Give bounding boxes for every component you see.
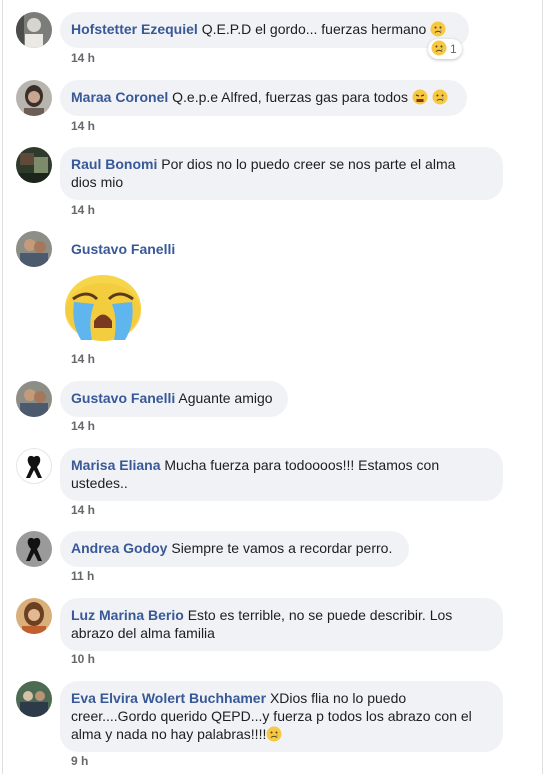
comment-bubble: Raul Bonomi Por dios no lo puedo creer s… <box>60 147 503 200</box>
comment-author[interactable]: Hofstetter Ezequiel <box>71 21 198 37</box>
comment-author[interactable]: Gustavo Fanelli <box>71 390 175 406</box>
comment-time[interactable]: 10 h <box>71 652 95 666</box>
comment-time[interactable]: 9 h <box>71 754 88 768</box>
comment-bubble: Hofstetter Ezequiel Q.E.P.D el gordo... … <box>60 12 469 48</box>
comment-text: Q.e.p.e Alfred, fuerzas gas para todos <box>172 89 408 105</box>
crying-face-emoji <box>266 726 282 746</box>
comment-time[interactable]: 14 h <box>71 503 95 517</box>
comment-text-continued: creer....Gordo querido QEPD...y fuerza p… <box>71 708 472 724</box>
comment-time[interactable]: 14 h <box>71 419 95 433</box>
comment-text: Siempre te vamos a recordar perro. <box>171 540 393 556</box>
comment-text: Por dios no lo puedo creer se nos parte … <box>161 156 456 172</box>
comment-author[interactable]: Raul Bonomi <box>71 156 157 172</box>
comment-time[interactable]: 14 h <box>71 119 95 133</box>
comment-text: Q.E.P.D el gordo... fuerzas hermano <box>201 21 427 37</box>
avatar[interactable] <box>16 381 52 417</box>
comment-text: Esto es terrible, no se puede describir.… <box>187 607 453 623</box>
comment-text-continued: dios mio <box>71 174 124 190</box>
comment-author[interactable]: Gustavo Fanelli <box>71 240 175 258</box>
comment-bubble: Maraa Coronel Q.e.p.e Alfred, fuerzas ga… <box>60 80 467 116</box>
avatar[interactable] <box>16 598 52 634</box>
comment-bubble: Gustavo Fanelli Aguante amigo <box>60 381 288 417</box>
comment-text: Aguante amigo <box>178 390 273 406</box>
comment-bubble: Marisa Eliana Mucha fuerza para todoooos… <box>60 448 503 501</box>
black-ribbon-avatar[interactable] <box>16 448 52 484</box>
comment-text: Mucha fuerza para todoooos!!! Estamos co… <box>164 457 440 473</box>
large-crying-face-sticker <box>63 272 143 342</box>
avatar[interactable] <box>16 681 52 717</box>
reaction-count[interactable]: 1 <box>428 39 462 59</box>
tired-face-emoji <box>412 89 428 109</box>
comment-time[interactable]: 14 h <box>71 51 95 65</box>
crying-face-emoji <box>432 89 448 109</box>
avatar[interactable] <box>16 12 52 48</box>
comment-author[interactable]: Eva Elvira Wolert Buchhamer <box>71 690 266 706</box>
comment-time[interactable]: 14 h <box>71 203 95 217</box>
comment-bubble: Andrea Godoy Siempre te vamos a recordar… <box>60 531 409 567</box>
comment-time[interactable]: 14 h <box>71 352 95 366</box>
avatar[interactable] <box>16 80 52 116</box>
comment-bubble: Eva Elvira Wolert Buchhamer XDios flia n… <box>60 681 503 752</box>
comment-text-continued: alma y nada no hay palabras!!!! <box>71 726 267 742</box>
reaction-count-value: 1 <box>450 42 457 56</box>
crying-face-emoji <box>431 40 447 59</box>
black-ribbon-avatar[interactable] <box>16 531 52 567</box>
comment-author[interactable]: Andrea Godoy <box>71 540 167 556</box>
comment-text-continued: abrazo del alma familia <box>71 625 215 641</box>
crying-face-emoji <box>430 21 446 41</box>
avatar[interactable] <box>16 231 52 267</box>
comment-author[interactable]: Marisa Eliana <box>71 457 161 473</box>
comment-bubble: Luz Marina Berio Esto es terrible, no se… <box>60 598 503 651</box>
comment-text: XDios flia no lo puedo <box>269 690 407 706</box>
avatar[interactable] <box>16 147 52 183</box>
comment-time[interactable]: 11 h <box>71 569 94 583</box>
comment-author[interactable]: Luz Marina Berio <box>71 607 184 623</box>
comment-text-continued: ustedes.. <box>71 475 128 491</box>
comment-author[interactable]: Maraa Coronel <box>71 89 168 105</box>
